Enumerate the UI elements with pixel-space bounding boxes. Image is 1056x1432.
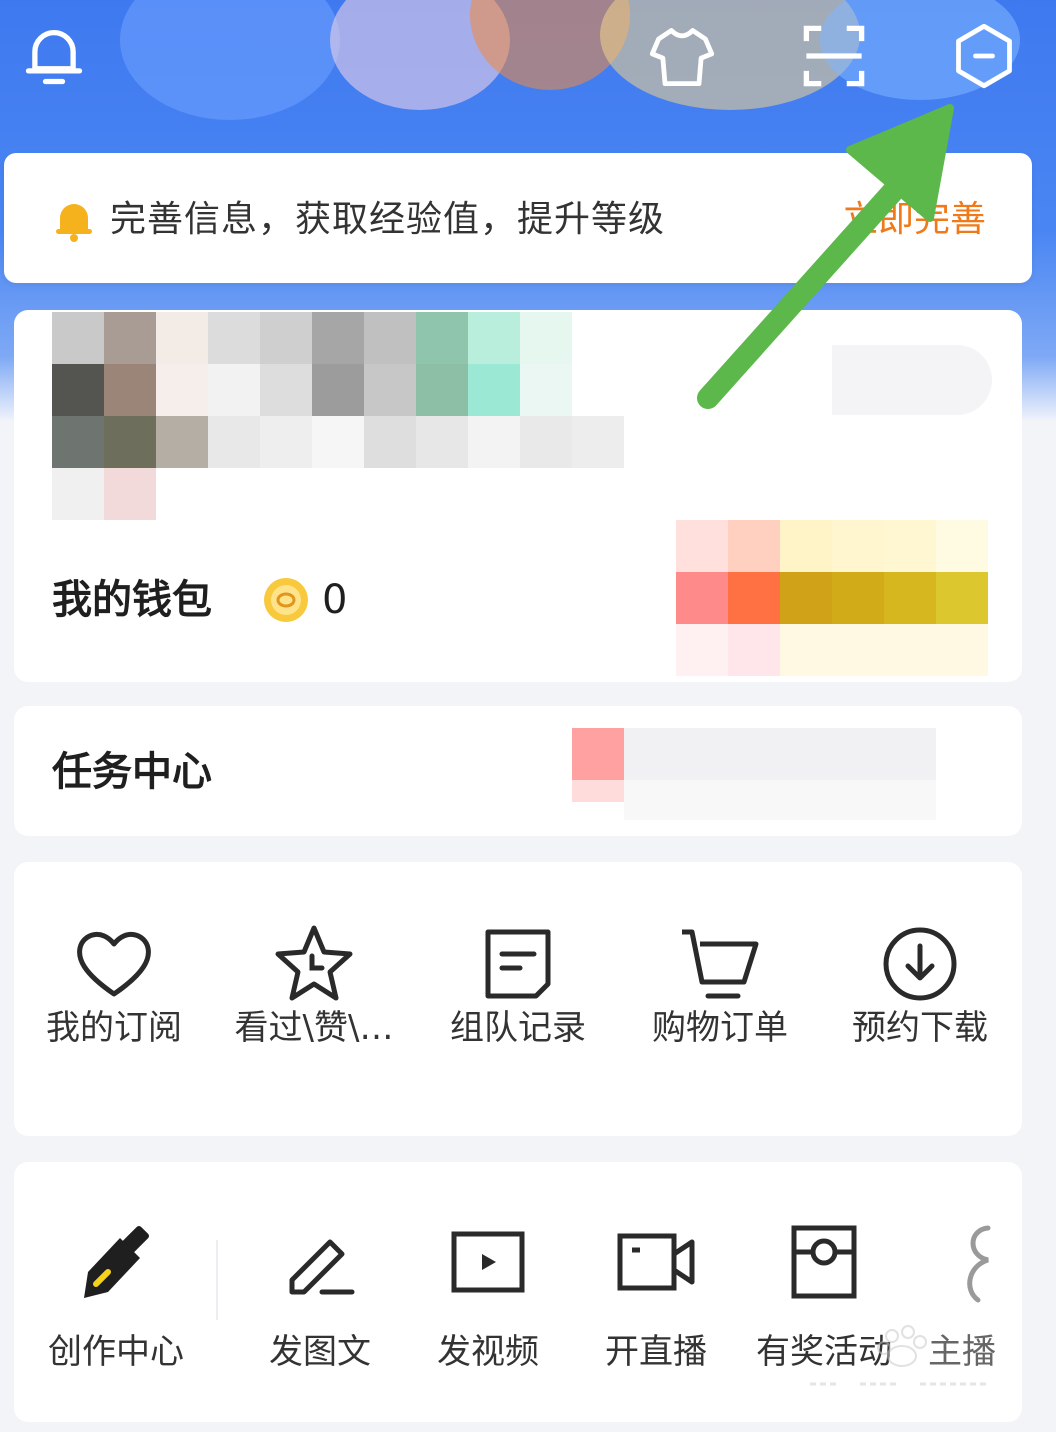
shortcut-label: 看过\赞\…: [234, 1008, 394, 1048]
live-camera-icon: [617, 1233, 695, 1291]
watermark-logo: [810, 1325, 990, 1386]
gift-icon: [791, 1225, 857, 1299]
history-likes-button[interactable]: 看过\赞\…: [214, 922, 414, 1050]
notice-bell-icon: [56, 204, 92, 242]
banner-decoration: [120, 0, 340, 120]
wallet-label[interactable]: 我的钱包: [52, 572, 212, 628]
note-icon: [485, 929, 551, 999]
scan-icon[interactable]: [800, 22, 868, 90]
settings-hex-icon[interactable]: [950, 22, 1018, 90]
complete-now-link[interactable]: 立即完善: [842, 196, 986, 244]
shortcut-label: 我的订阅: [46, 1008, 182, 1048]
shopping-orders-button[interactable]: 购物订单: [620, 922, 820, 1050]
anchor-icon: [967, 1225, 991, 1303]
coin-icon: [264, 578, 308, 622]
download-icon: [883, 927, 957, 1001]
pen-nib-icon: [84, 1225, 150, 1298]
bell-icon[interactable]: [20, 22, 88, 90]
star-clock-icon: [275, 925, 353, 1001]
edit-icon: [289, 1239, 355, 1295]
outfit-icon[interactable]: [648, 22, 716, 90]
shortcut-label: 预约下载: [852, 1008, 988, 1048]
cart-icon: [682, 929, 759, 999]
creator-center-button[interactable]: 创作中心: [16, 1220, 216, 1374]
my-subscriptions-button[interactable]: 我的订阅: [14, 922, 214, 1050]
video-icon: [451, 1231, 525, 1293]
shortcut-label: 组队记录: [450, 1008, 586, 1048]
coin-balance: 0: [322, 577, 348, 623]
team-records-button[interactable]: 组队记录: [418, 922, 618, 1050]
notice-text: 完善信息，获取经验值，提升等级: [110, 199, 666, 240]
task-center-label[interactable]: 任务中心: [52, 744, 212, 800]
reserved-downloads-button[interactable]: 预约下载: [820, 922, 1020, 1050]
shortcut-label: 购物订单: [652, 1008, 788, 1048]
divider: [216, 1240, 218, 1320]
heart-icon: [77, 932, 151, 997]
creator-label: 创作中心: [48, 1332, 184, 1372]
